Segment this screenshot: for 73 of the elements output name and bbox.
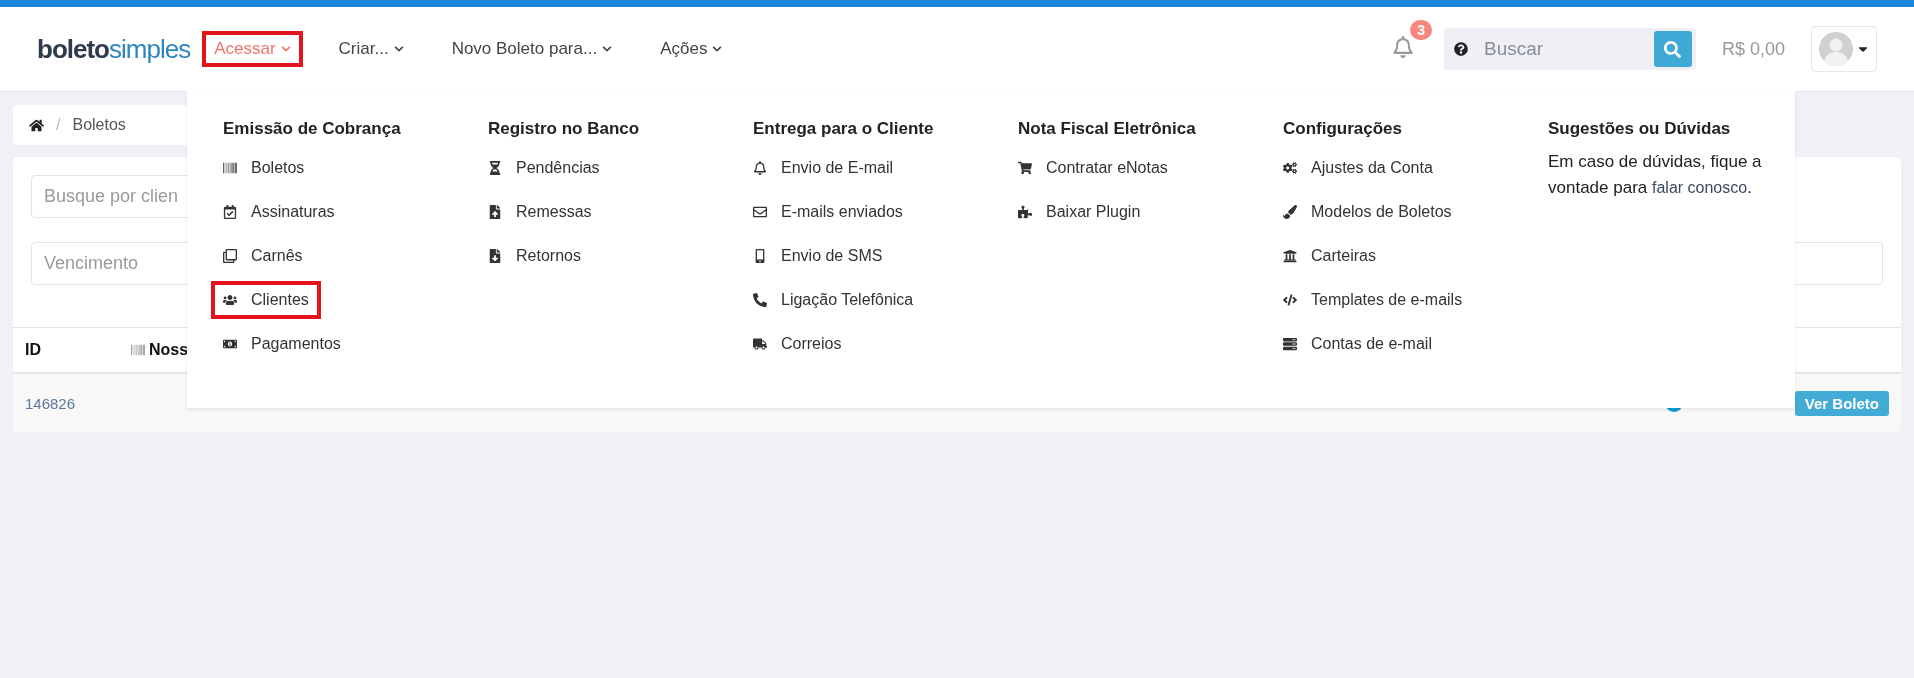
download-icon [488, 249, 502, 263]
menu-section-title: Nota Fiscal Eletrônica [1018, 119, 1197, 139]
truck-icon [753, 337, 767, 351]
upload-icon [488, 205, 502, 219]
menu-item[interactable]: E-mails enviados [745, 197, 911, 227]
menu-item[interactable]: Pendências [480, 153, 608, 183]
breadcrumb-item[interactable]: Boletos [72, 116, 126, 134]
menu-item[interactable]: Ligação Telefônica [745, 285, 922, 315]
menu-item[interactable]: Pagamentos [215, 329, 349, 359]
gears-icon [1283, 161, 1297, 175]
puzzle-icon [1018, 205, 1032, 219]
brush-icon [1283, 205, 1297, 219]
logo[interactable]: boletosimples [37, 33, 191, 65]
menu-section-title: Entrega para o Cliente [753, 119, 935, 139]
nav-menu-item[interactable]: Novo Boleto para... [439, 31, 625, 67]
chevron-down-icon [712, 44, 723, 54]
help-text: Em caso de dúvidas, fique a vontade para falar conosco. [1548, 151, 1763, 200]
menu-item[interactable]: Ajustes da Conta [1275, 153, 1441, 183]
menu-item[interactable]: Templates de e-mails [1275, 285, 1471, 315]
column-header: ID [25, 341, 42, 359]
menu-item[interactable]: Contas de e-mail [1275, 329, 1440, 359]
bell-icon[interactable] [1391, 36, 1414, 58]
phone-device-icon [753, 249, 767, 263]
nav-menu-item[interactable]: Criar... [326, 31, 416, 67]
menu-item[interactable]: Remessas [480, 197, 600, 227]
menu-item[interactable]: Baixar Plugin [1010, 197, 1149, 227]
menu-section-title: Registro no Banco [488, 119, 641, 139]
money-icon [223, 337, 237, 351]
menu-item[interactable]: Boletos [215, 153, 313, 183]
menu-item[interactable]: Assinaturas [215, 197, 343, 227]
chevron-down-icon [280, 44, 291, 54]
search-button[interactable] [1653, 31, 1692, 67]
notification-badge: 3 [1410, 20, 1432, 40]
bell-icon [753, 161, 767, 175]
hourglass-icon [488, 161, 502, 175]
chevron-down-icon [602, 44, 613, 54]
menu-item[interactable]: Clientes [215, 285, 317, 315]
chevron-down-icon [393, 44, 404, 54]
search-field[interactable]: Buscar [1443, 28, 1696, 70]
breadcrumb-separator: / [56, 116, 61, 134]
column-header: Noss [149, 341, 189, 359]
envelope-icon [753, 205, 767, 219]
barcode-icon [223, 161, 237, 175]
menu-section-title: Sugestões ou Dúvidas [1548, 119, 1732, 139]
menu-item[interactable]: Correios [745, 329, 850, 359]
menu-item[interactable]: Carteiras [1275, 241, 1384, 271]
search-input[interactable]: Buscar [1467, 37, 1654, 61]
menu-item[interactable]: Carnês [215, 241, 311, 271]
phone-icon [753, 293, 767, 307]
contact-link[interactable]: falar conosco [1652, 179, 1748, 197]
server-icon [1283, 337, 1297, 351]
search-icon [1664, 40, 1682, 58]
user-menu-button[interactable] [1811, 26, 1877, 72]
balance: R$ 0,00 [1721, 38, 1785, 60]
menu-section-title: Emissão de Cobrança [223, 119, 402, 139]
bank-icon [1283, 249, 1297, 263]
code-icon [1283, 293, 1297, 307]
avatar-icon [1818, 31, 1854, 67]
copy-icon [223, 249, 237, 263]
menu-item[interactable]: Contratar eNotas [1010, 153, 1176, 183]
help-icon [1453, 42, 1468, 56]
home-icon[interactable] [29, 117, 44, 133]
id-link[interactable]: 146826 [25, 394, 131, 412]
menu-item[interactable]: Retornos [480, 241, 589, 271]
nav-menu-item[interactable]: Ações [648, 31, 735, 67]
cart-icon [1018, 161, 1032, 175]
menu-item[interactable]: Modelos de Boletos [1275, 197, 1460, 227]
calendar-check-icon [223, 205, 237, 219]
menu-item[interactable]: Envio de SMS [745, 241, 891, 271]
barcode-icon [131, 343, 145, 357]
menu-section-title: Configurações [1283, 119, 1404, 139]
menu-item[interactable]: Envio de E-mail [745, 153, 902, 183]
users-icon [223, 293, 237, 307]
